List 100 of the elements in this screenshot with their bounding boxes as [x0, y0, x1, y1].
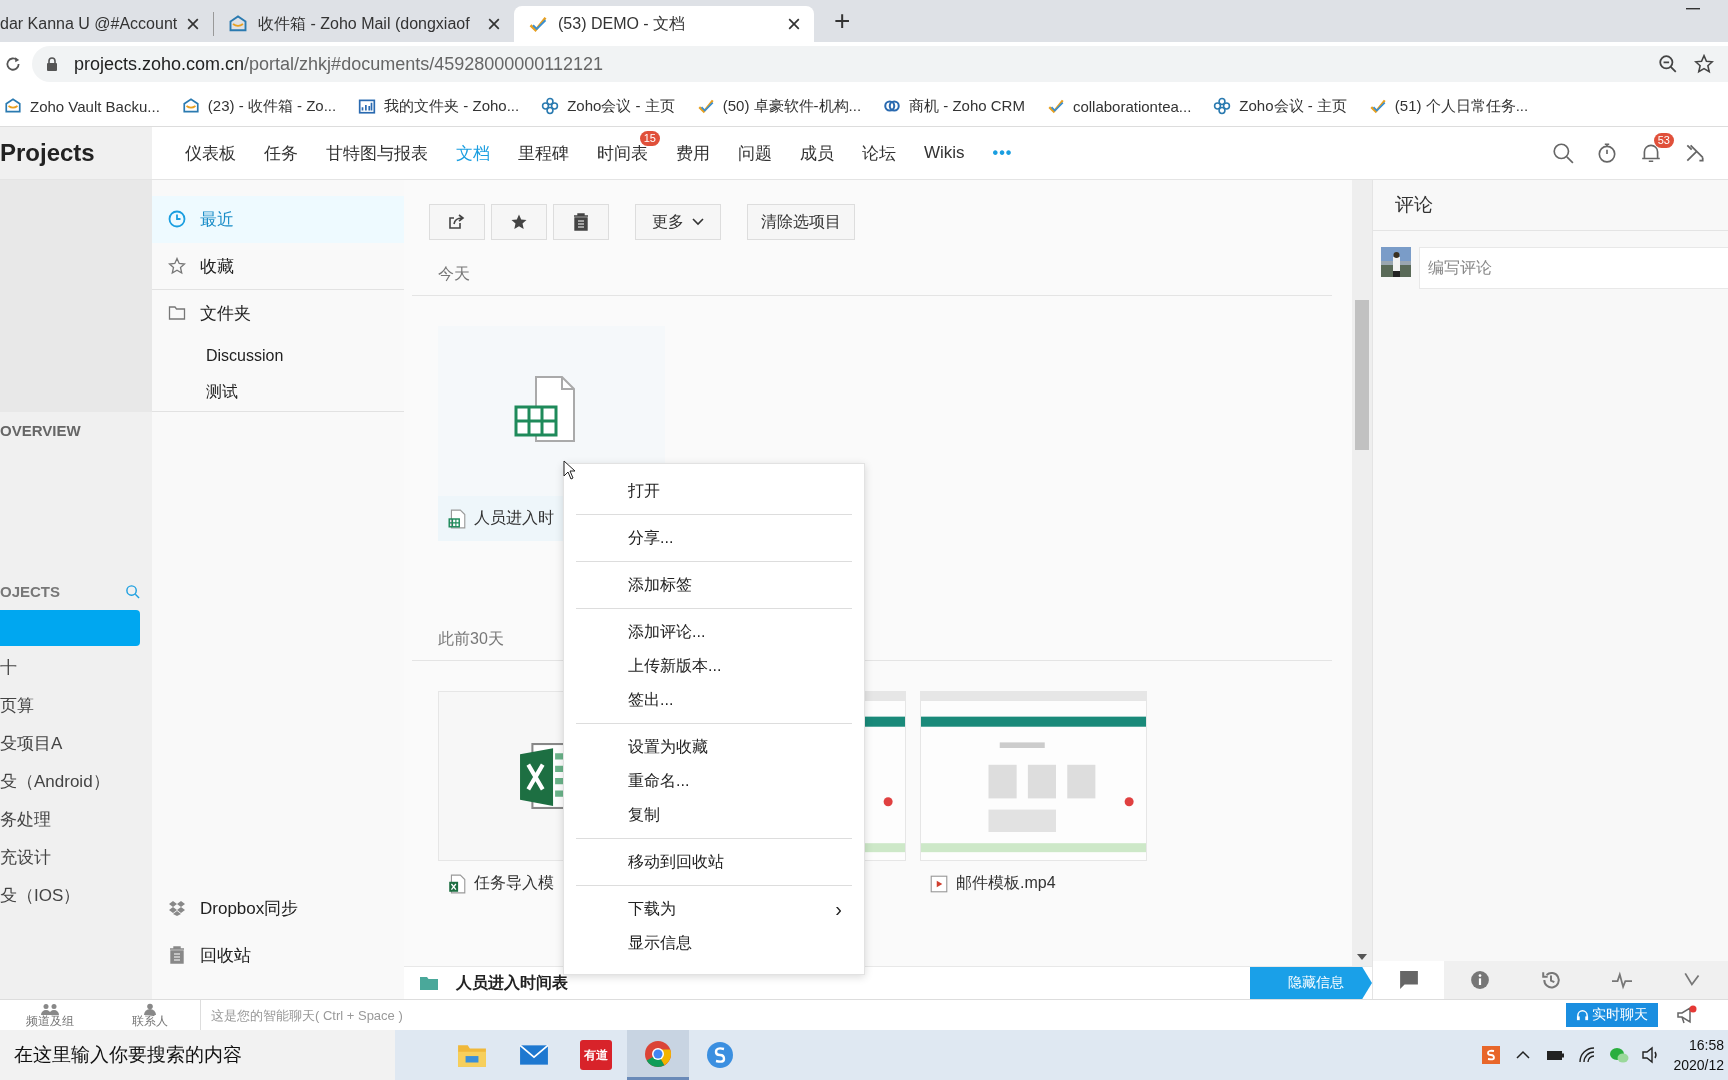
share-button[interactable] [429, 204, 485, 240]
zoom-out-icon[interactable] [1658, 54, 1678, 74]
info-icon [1469, 970, 1490, 990]
bookmark-item[interactable]: (51) 个人日常任务... [1368, 96, 1529, 116]
browser-tab[interactable]: 收件箱 - Zoho Mail (dongxiaof [214, 6, 514, 42]
nav-tab[interactable]: 费用 [676, 141, 710, 165]
project-item[interactable]: 充设计 [0, 838, 140, 876]
project-item[interactable]: 殳项目A [0, 724, 140, 762]
bookmark-label: (50) 卓豪软件-机构... [722, 96, 862, 116]
project-item[interactable]: 务处理 [0, 800, 140, 838]
menu-item[interactable]: 移动到回收站 [576, 845, 852, 879]
chart-folder-icon [358, 97, 377, 115]
nav-tab[interactable]: Wikis [924, 143, 965, 163]
taskbar-search-field[interactable]: 在这里输入你要搜索的内容 [0, 1030, 395, 1080]
clear-selection-button[interactable]: 清除选项目 [747, 204, 855, 240]
check-icon [696, 97, 715, 115]
bookmark-item[interactable]: Zoho会议 - 主页 [1213, 96, 1347, 116]
menu-item[interactable]: 显示信息 [576, 926, 852, 960]
clock-time: 16:58 [1688, 1036, 1724, 1055]
docs-nav-item[interactable]: 回收站 [152, 932, 404, 979]
megaphone-icon[interactable] [1676, 1005, 1698, 1025]
submenu-arrow-icon: › [835, 897, 842, 921]
excel-file-icon [448, 873, 466, 894]
browser-icon [643, 1039, 673, 1068]
menu-item[interactable]: 打开 [576, 474, 852, 508]
project-item[interactable]: 十 [0, 648, 140, 686]
nav-tab[interactable]: 仪表板 [185, 141, 236, 165]
menu-item[interactable]: 复制 [576, 798, 852, 832]
bell-icon[interactable] [1640, 142, 1662, 164]
menu-item[interactable]: 签出... [576, 683, 852, 717]
chevron-down-icon [692, 218, 704, 226]
contacts-tab[interactable]: 联系人 [100, 1003, 200, 1027]
taskbar-app[interactable]: 有道 [565, 1030, 627, 1080]
minimize-icon[interactable] [1686, 8, 1700, 10]
address-bar[interactable]: projects.zoho.com.cn/portal/zhkj#documents/45928000000112121 [32, 46, 1728, 82]
browser-tab[interactable]: (53) DEMO - 文档 [514, 6, 814, 42]
nav-tab[interactable]: 问题 [738, 141, 772, 165]
live-chat-button[interactable]: 实时聊天 [1566, 1003, 1658, 1027]
bookmark-label: Zoho会议 - 主页 [567, 96, 675, 116]
nav-tab[interactable]: 里程碑 [518, 141, 569, 165]
docs-nav-item[interactable]: 文件夹 [152, 290, 404, 337]
project-item[interactable]: 殳（IOS） [0, 876, 140, 914]
nav-tab[interactable]: 论坛 [862, 141, 896, 165]
bookmark-item[interactable]: (50) 卓豪软件-机构... [696, 96, 862, 116]
menu-item[interactable]: 下载为 › [576, 892, 852, 926]
timer-icon[interactable] [1596, 142, 1618, 164]
bookmark-label: 我的文件夹 - Zoho... [384, 96, 520, 116]
docs-nav-item[interactable]: Dropbox同步 [152, 885, 404, 932]
folder-item[interactable]: Discussion [152, 337, 404, 374]
check-icon [1368, 97, 1387, 115]
section-heading: OVERVIEW [0, 421, 82, 441]
bookmark-star-icon[interactable] [1694, 54, 1714, 74]
close-icon[interactable] [788, 18, 800, 30]
search-icon[interactable] [1552, 142, 1574, 164]
panel-tab[interactable] [1444, 961, 1515, 999]
menu-item[interactable]: 设置为收藏 [576, 730, 852, 764]
bookmark-item[interactable]: 我的文件夹 - Zoho... [358, 96, 520, 116]
tools-icon[interactable] [1684, 142, 1706, 164]
nav-tab[interactable]: 任务 [264, 141, 298, 165]
project-item[interactable]: 殳（Android） [0, 762, 140, 800]
more-dropdown[interactable]: 更多 [635, 204, 721, 240]
favorite-button[interactable] [491, 204, 547, 240]
scrollbar[interactable] [1352, 180, 1372, 966]
bookmark-item[interactable]: (23) - 收件箱 - Zo... [181, 96, 337, 116]
menu-item[interactable]: 重命名... [576, 764, 852, 798]
folder-icon [420, 976, 438, 990]
panel-tab[interactable] [1373, 961, 1444, 999]
docs-nav-item[interactable]: 最近 [152, 196, 404, 243]
lock-icon [46, 57, 58, 71]
app-logo-text: Projects [0, 127, 152, 179]
input-method-icon[interactable] [1481, 1045, 1502, 1065]
close-icon[interactable] [488, 18, 500, 30]
bookmark-item[interactable]: Zoho会议 - 主页 [541, 96, 675, 116]
comment-field[interactable]: 编写评论 [1419, 247, 1728, 289]
menu-item[interactable]: 添加评论... [576, 615, 852, 649]
star-icon [510, 213, 528, 231]
scroll-down-icon[interactable] [1357, 954, 1367, 960]
bookmark-item[interactable]: Zoho Vault Backu... [4, 97, 160, 115]
bookmark-label: (23) - 收件箱 - Zo... [207, 96, 337, 116]
scroll-thumb[interactable] [1355, 300, 1369, 450]
nav-tab[interactable]: 甘特图与报表 [326, 141, 428, 165]
file-name[interactable]: 人员进入时 [474, 508, 554, 529]
taskbar-app[interactable] [627, 1030, 689, 1080]
new-tab-button[interactable]: + [828, 4, 857, 38]
browser-tab[interactable]: dar Kanna U @#Account [0, 12, 214, 36]
file-name[interactable]: 邮件模板.mp4 [956, 873, 1056, 894]
nav-tab[interactable]: 成员 [800, 141, 834, 165]
project-item[interactable]: 页算 [0, 686, 140, 724]
count-badge: 53 [1653, 133, 1674, 148]
delete-button[interactable] [553, 204, 609, 240]
reload-icon[interactable] [4, 55, 22, 73]
channels-tab[interactable]: 频道及组 [0, 1003, 100, 1027]
close-icon[interactable] [187, 18, 199, 30]
menu-item[interactable]: 添加标签 [576, 568, 852, 602]
file-name[interactable]: 任务导入模 [474, 873, 554, 894]
bookmark-item[interactable]: collaborationtea... [1046, 97, 1192, 115]
activity-icon [1611, 970, 1632, 990]
menu-item[interactable]: 分享... [576, 521, 852, 555]
tab-title: dar Kanna U @#Account [0, 15, 177, 33]
bookmark-item[interactable]: 商机 - Zoho CRM [883, 96, 1025, 116]
